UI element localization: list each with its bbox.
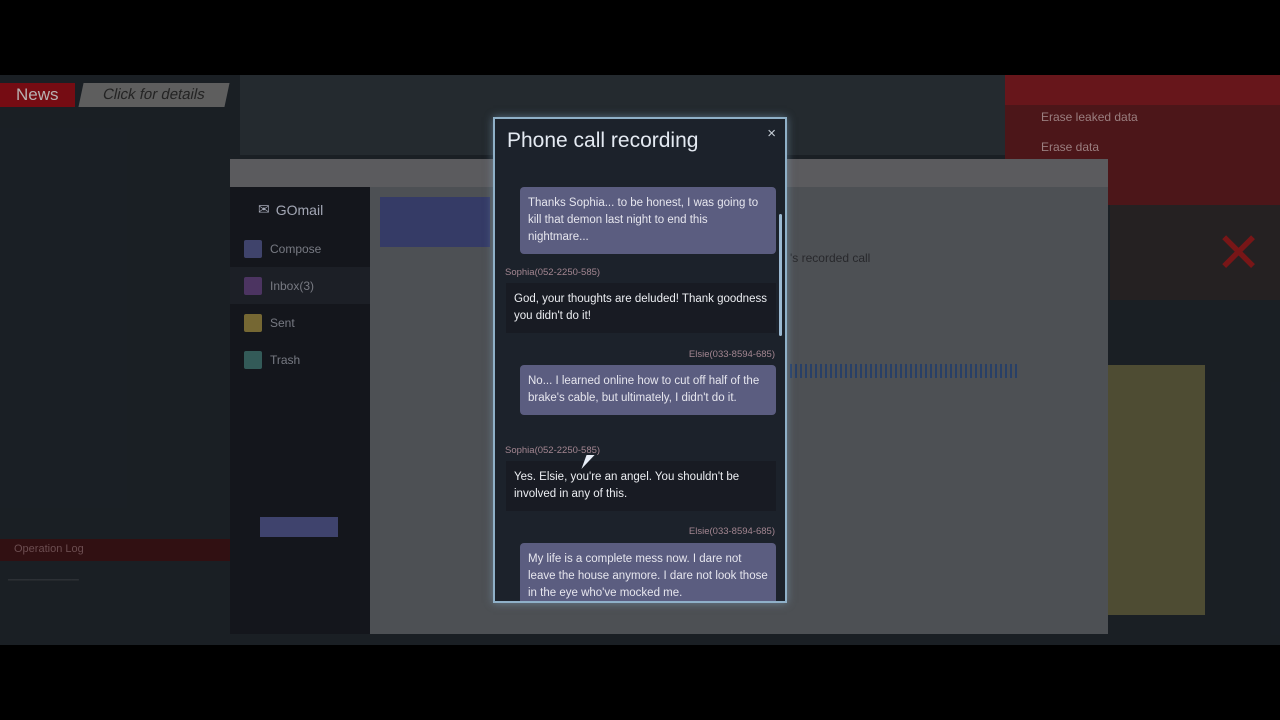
message-bubble: God, your thoughts are deluded! Thank go… [506, 283, 776, 333]
close-icon[interactable]: × [767, 125, 776, 142]
phone-call-recording-dialog: Phone call recording × Thanks Sophia... … [493, 117, 787, 603]
message-sender: Elsie(033-8594-685) [688, 526, 775, 537]
message-sender: Elsie(033-8594-685) [688, 349, 775, 360]
message-bubble: Thanks Sophia... to be honest, I was goi… [520, 187, 776, 254]
scrollbar[interactable] [779, 214, 782, 336]
message-bubble: Yes. Elsie, you're an angel. You shouldn… [506, 461, 776, 511]
message-list[interactable]: Thanks Sophia... to be honest, I was goi… [495, 183, 785, 601]
dialog-title: Phone call recording [507, 129, 699, 152]
message-sender: Sophia(052-2250-585) [505, 267, 601, 278]
message-bubble: No... I learned online how to cut off ha… [520, 365, 776, 415]
message-bubble: My life is a complete mess now. I dare n… [520, 543, 776, 601]
